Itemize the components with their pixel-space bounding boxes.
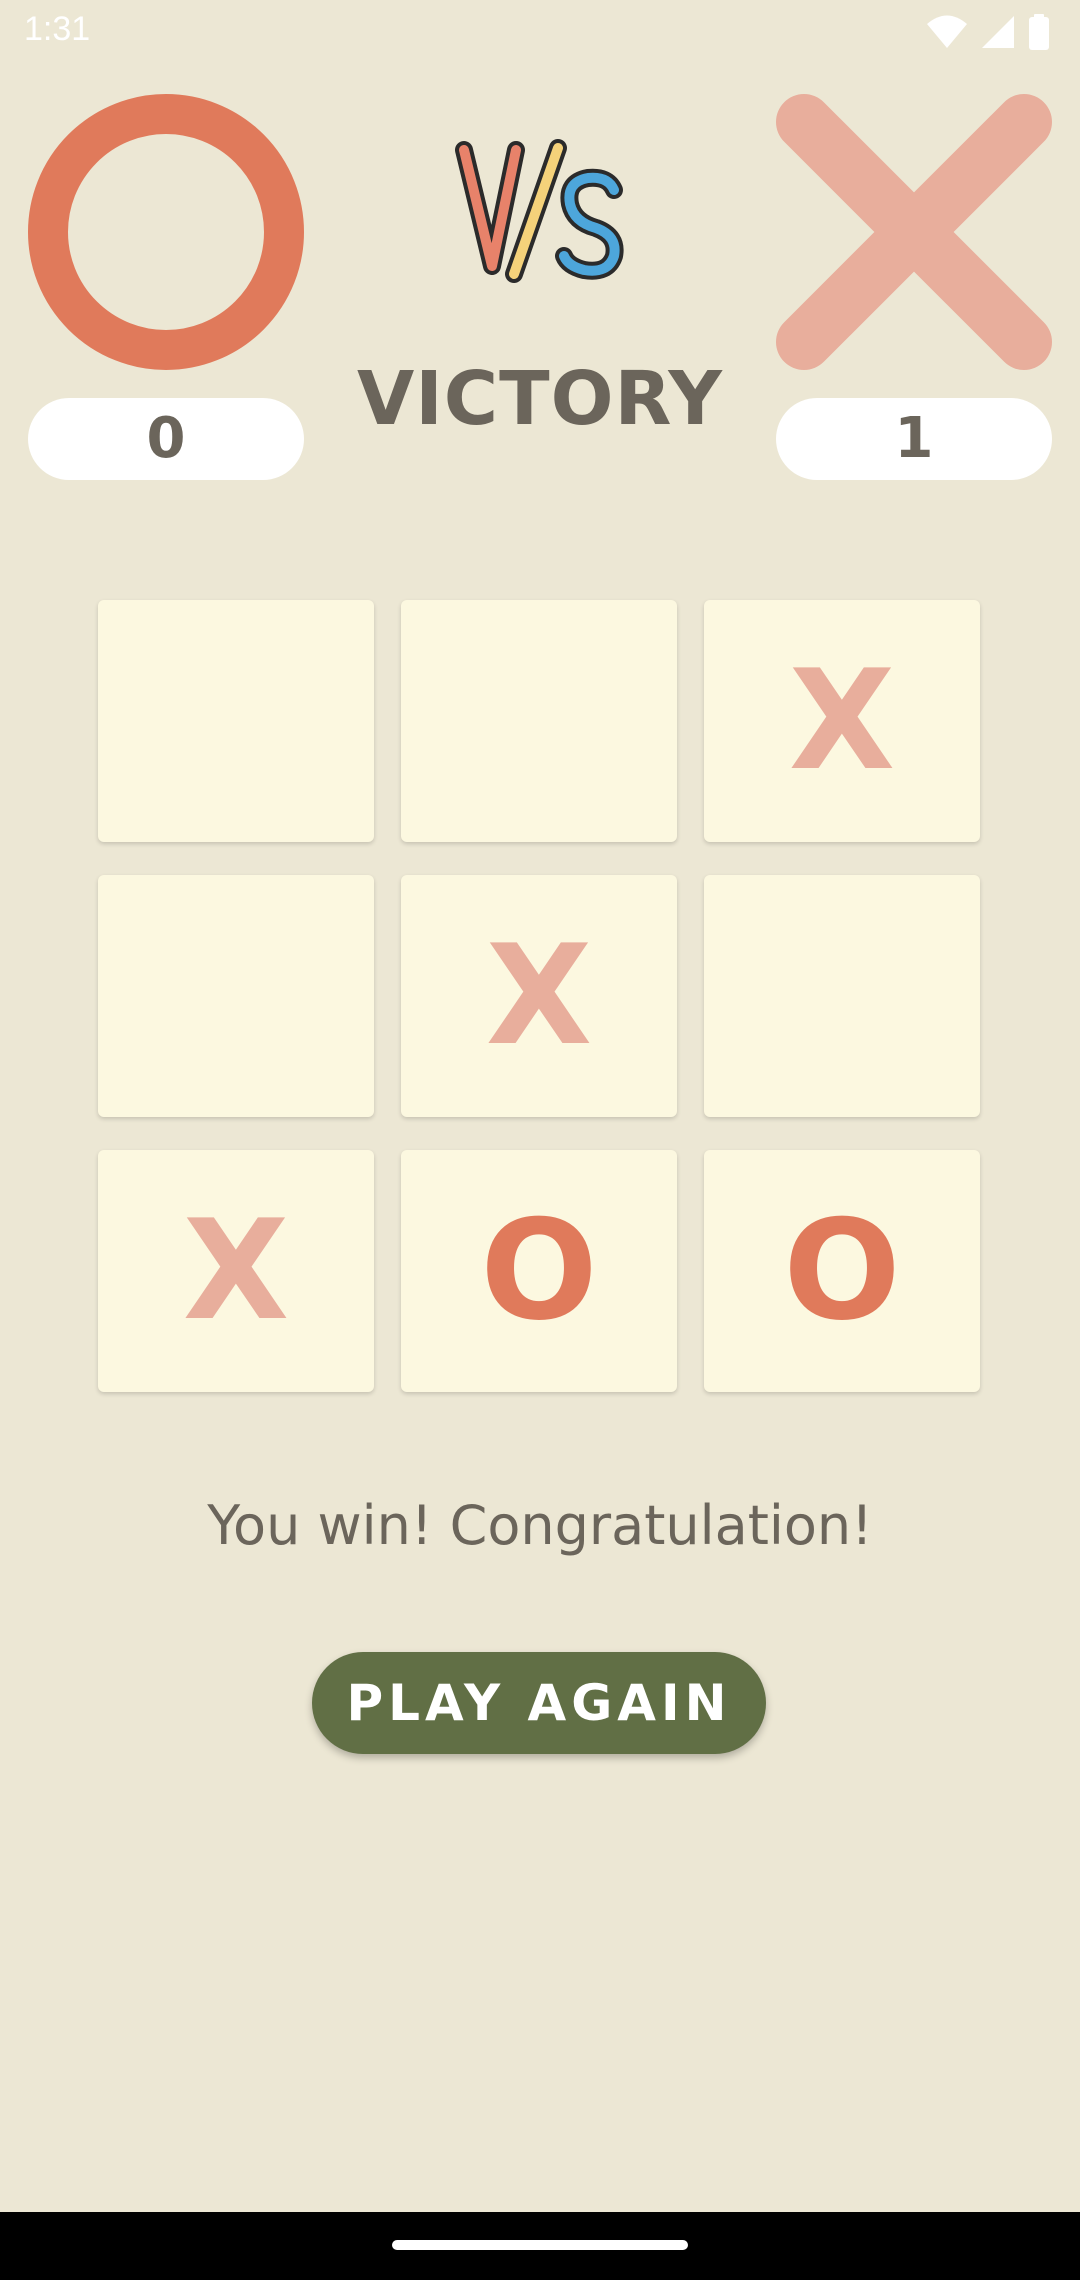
result-message: You win! Congratulation! xyxy=(207,1494,873,1557)
battery-icon xyxy=(1029,14,1049,50)
status-time: 1:31 xyxy=(24,10,91,48)
vs-logo-icon xyxy=(455,139,624,283)
status-bar: 1:31 xyxy=(0,0,1080,64)
game-board: X X X O O xyxy=(98,600,980,1392)
player-x-score: 1 xyxy=(776,398,1052,480)
navigation-bar xyxy=(0,2212,1080,2280)
signal-icon xyxy=(982,16,1014,48)
player-o-icon xyxy=(28,94,304,370)
wifi-icon xyxy=(927,15,967,48)
play-again-button[interactable]: PLAY AGAIN xyxy=(312,1652,766,1754)
board-cell-4[interactable] xyxy=(98,875,374,1117)
board-cell-3[interactable]: X xyxy=(704,600,980,842)
board-cell-6[interactable] xyxy=(704,875,980,1117)
player-x-icon xyxy=(776,94,1052,370)
result-title: VICTORY xyxy=(356,356,723,442)
board-cell-9[interactable]: O xyxy=(704,1150,980,1392)
player-o-score: 0 xyxy=(28,398,304,480)
home-indicator[interactable] xyxy=(392,2240,688,2250)
board-cell-5[interactable]: X xyxy=(401,875,677,1117)
status-icons xyxy=(926,14,1050,50)
board-cell-2[interactable] xyxy=(401,600,677,842)
board-cell-1[interactable] xyxy=(98,600,374,842)
board-cell-7[interactable]: X xyxy=(98,1150,374,1392)
board-cell-8[interactable]: O xyxy=(401,1150,677,1392)
